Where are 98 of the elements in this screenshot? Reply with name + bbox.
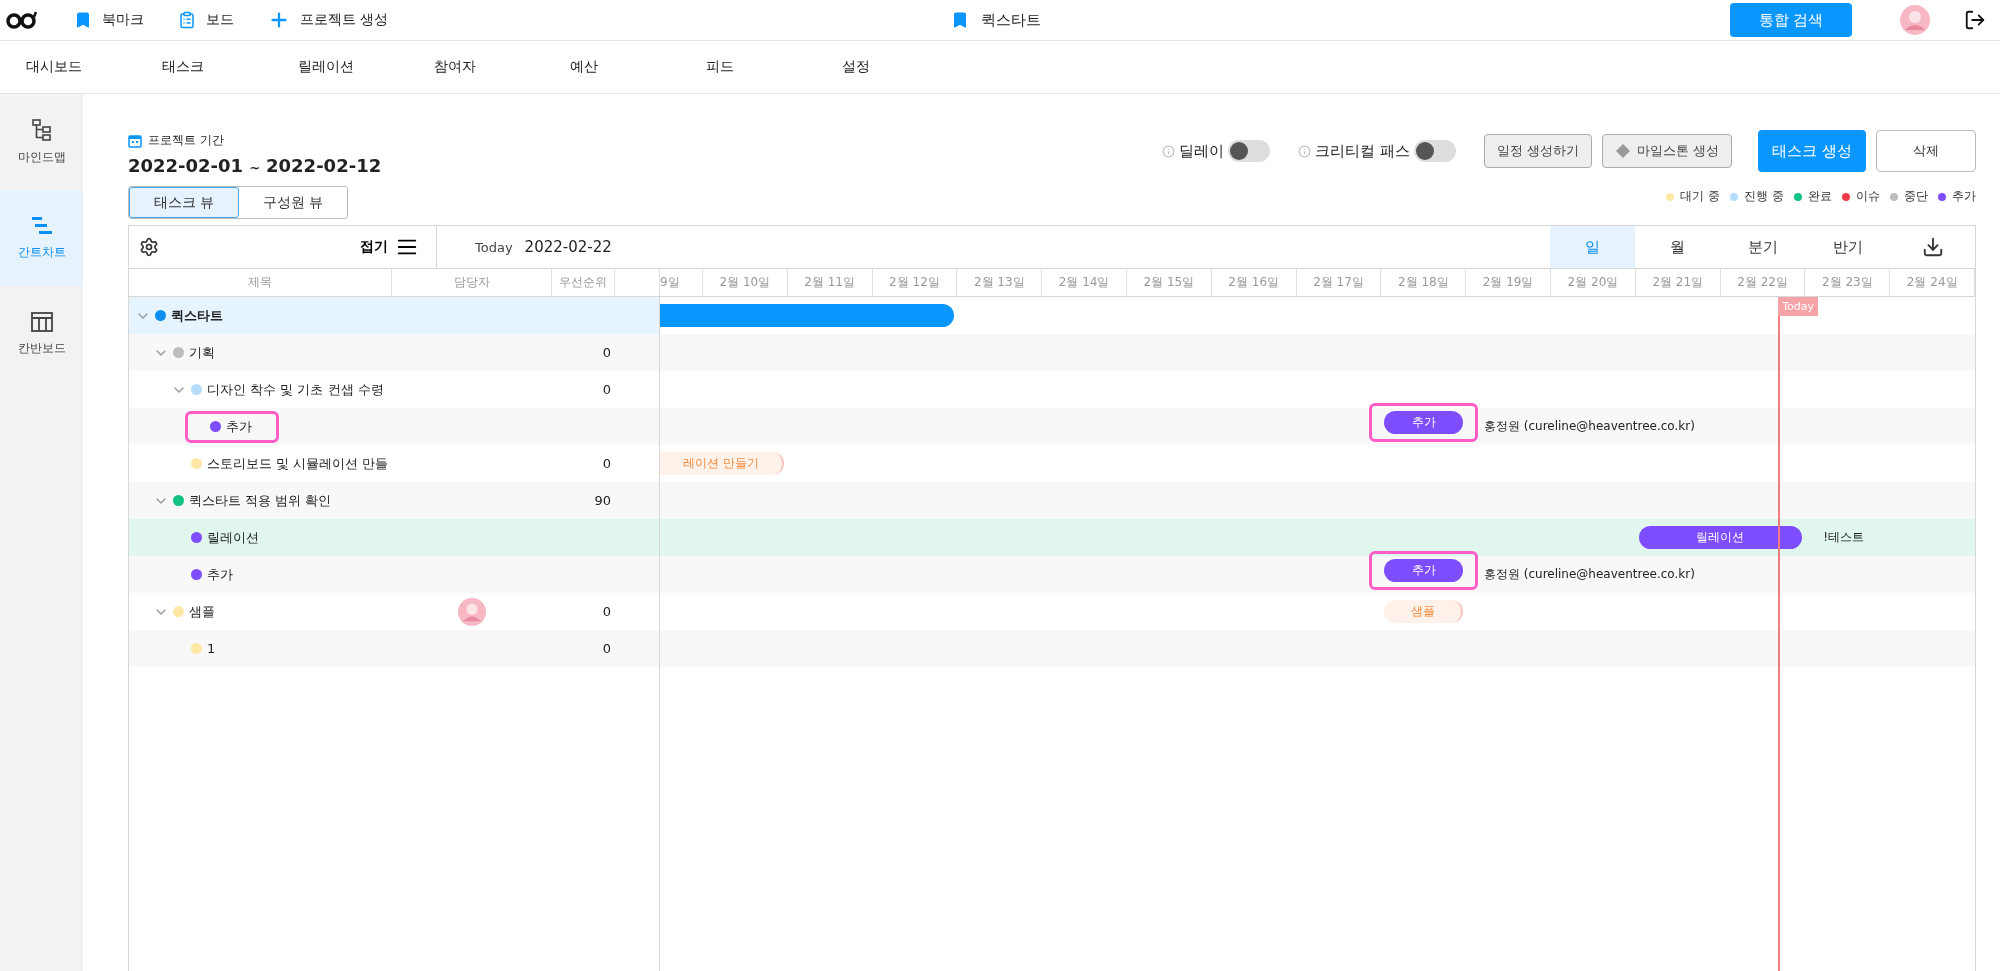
- clipboard-icon: [178, 11, 196, 29]
- top-link[interactable]: 프로젝트 생성: [268, 9, 389, 31]
- day-header: 2월 10일: [702, 269, 788, 296]
- nav-tab[interactable]: 설정: [842, 58, 978, 76]
- nav-tab[interactable]: 태스크: [162, 58, 298, 76]
- today-label: Today: [475, 239, 513, 255]
- nav-tab[interactable]: 대시보드: [26, 58, 162, 76]
- day-header: 2월 21일: [1635, 269, 1721, 296]
- period-label: 프로젝트 기간: [148, 132, 224, 149]
- task-title: 스토리보드 및 시뮬레이션 만들: [207, 454, 389, 473]
- task-title: 추가: [207, 565, 233, 584]
- legend-label: 이슈: [1856, 188, 1880, 205]
- day-header: 2월 24일: [1890, 269, 1976, 296]
- nav-tab[interactable]: 예산: [570, 58, 706, 76]
- task-row[interactable]: 1 0: [129, 630, 659, 667]
- task-title: 추가: [226, 417, 252, 436]
- calendar-icon: [128, 133, 142, 148]
- nav-tab[interactable]: 피드: [706, 58, 842, 76]
- nav-tab[interactable]: 릴레이션: [298, 58, 434, 76]
- priority-value: 0: [602, 345, 611, 360]
- diamond-icon: [1614, 143, 1631, 159]
- toggle-label: 크리티컬 패스: [1314, 141, 1410, 161]
- task-row[interactable]: 릴레이션: [129, 519, 659, 556]
- task-bar[interactable]: 추가: [1384, 411, 1463, 434]
- nav-tab[interactable]: 참여자: [434, 58, 570, 76]
- top-link[interactable]: 보드: [178, 11, 234, 29]
- day-header: 2월 16일: [1211, 269, 1297, 296]
- sidebar-item[interactable]: 마인드맵: [0, 94, 83, 190]
- end-date: 2022-02-12: [266, 155, 382, 176]
- info-icon: [1297, 144, 1311, 158]
- hierarchy-icon: [31, 118, 52, 141]
- day-header: 2월 19일: [1466, 269, 1552, 296]
- task-title: 퀵스타트: [171, 306, 223, 325]
- legend-label: 완료: [1808, 188, 1832, 205]
- range-separator: ~: [249, 160, 261, 175]
- task-row[interactable]: 기획 0: [129, 334, 659, 371]
- day-header: 9일: [660, 269, 703, 296]
- priority-value: 90: [594, 493, 611, 508]
- today-tag: Today: [1778, 297, 1818, 316]
- table-icon: [30, 311, 53, 332]
- gantt-icon: [30, 215, 53, 236]
- column-header: 담당자: [392, 269, 552, 296]
- settings-icon[interactable]: [139, 237, 159, 257]
- toggle-switch[interactable]: [1227, 140, 1270, 162]
- task-bar[interactable]: 추가: [1384, 559, 1463, 582]
- view-tab[interactable]: 태스크 뷰: [129, 187, 239, 218]
- top-link[interactable]: 북마크: [74, 11, 144, 29]
- column-header: 우선순위: [552, 269, 615, 296]
- task-title: 릴레이션: [207, 528, 259, 547]
- day-header: 2월 23일: [1805, 269, 1891, 296]
- priority-value: 0: [602, 604, 611, 619]
- task-title: 1: [207, 641, 216, 656]
- priority-value: 0: [602, 382, 611, 397]
- logout-icon[interactable]: [1964, 9, 1986, 31]
- day-header: 2월 17일: [1296, 269, 1382, 296]
- task-title: 디자인 착수 및 기초 컨샙 수령: [207, 380, 384, 399]
- toggle-switch[interactable]: [1413, 140, 1456, 162]
- task-row[interactable]: 추가: [129, 556, 659, 593]
- task-row[interactable]: 퀵스타트 적용 범위 확인 90: [129, 482, 659, 519]
- toggle-label: 딜레이: [1178, 141, 1224, 161]
- task-row[interactable]: 퀵스타트: [129, 297, 659, 334]
- task-row[interactable]: 추가: [129, 408, 659, 445]
- collapse-button[interactable]: 접기: [354, 235, 424, 259]
- avatar: [1900, 5, 1930, 35]
- download-icon: [1921, 236, 1944, 258]
- legend-label: 진행 중: [1744, 188, 1784, 205]
- priority-value: 0: [602, 456, 611, 471]
- bookmark-icon: [74, 11, 92, 29]
- day-header: 2월 14일: [1042, 269, 1127, 296]
- task-bar[interactable]: 릴레이션: [1638, 526, 1803, 549]
- start-date: 2022-02-01: [128, 155, 244, 176]
- day-header: 2월 18일: [1381, 269, 1467, 296]
- priority-value: 0: [602, 641, 611, 656]
- task-title: 샘플: [189, 602, 215, 621]
- info-icon: [1161, 144, 1175, 158]
- logo[interactable]: [6, 10, 40, 30]
- toolbar-button[interactable]: 삭제: [1876, 130, 1976, 172]
- today-date: 2022-02-22: [524, 238, 612, 256]
- bar-note: 홍정원 (cureline@heaventree.co.kr): [1483, 566, 1695, 583]
- bar-note: !테스트: [1823, 529, 1865, 546]
- task-title: 퀵스타트 적용 범위 확인: [189, 491, 332, 510]
- toolbar-button[interactable]: 마일스톤 생성: [1601, 134, 1732, 168]
- day-header: 2월 13일: [957, 269, 1043, 296]
- day-header: 2월 22일: [1720, 269, 1806, 296]
- legend-label: 중단: [1904, 188, 1928, 205]
- legend-label: 대기 중: [1680, 188, 1721, 205]
- sidebar-item[interactable]: 칸반보드: [0, 286, 83, 382]
- project-title: 퀵스타트: [981, 10, 1041, 30]
- day-header: 2월 11일: [787, 269, 873, 296]
- toolbar-button[interactable]: 일정 생성하기: [1483, 134, 1592, 168]
- task-title: 기획: [189, 343, 215, 362]
- column-header: 제목: [129, 269, 392, 296]
- bar-note: 홍정원 (cureline@heaventree.co.kr): [1483, 418, 1695, 435]
- legend-label: 추가: [1952, 188, 1976, 205]
- day-header: 2월 20일: [1551, 269, 1636, 296]
- bookmark-icon: [951, 11, 969, 29]
- day-header: 2월 15일: [1126, 269, 1212, 296]
- day-header: 2월 12일: [872, 269, 958, 296]
